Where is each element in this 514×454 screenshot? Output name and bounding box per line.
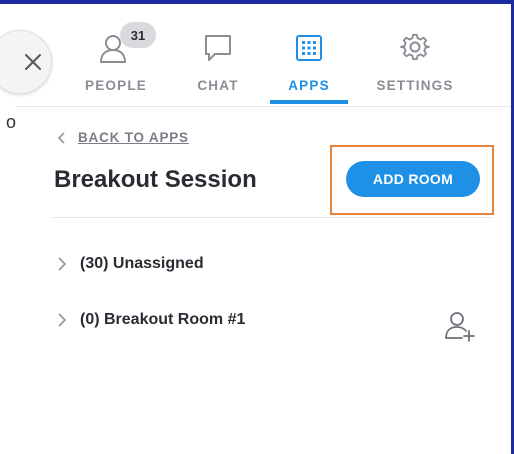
add-person-button[interactable] (444, 310, 476, 342)
close-icon (25, 54, 41, 70)
room-label: (30) Unassigned (80, 255, 204, 272)
tab-bar: 31 PEOPLE CHAT APPS SETTINGS (16, 4, 511, 107)
chevron-right-icon (58, 313, 66, 327)
tab-apps[interactable]: APPS (270, 4, 348, 106)
room-label: (0) Breakout Room #1 (80, 311, 246, 328)
background-fragment: o (0, 112, 16, 138)
settings-gear-icon (400, 33, 430, 60)
side-panel: 31 PEOPLE CHAT APPS SETTINGS BACK TO APP… (0, 4, 511, 454)
chat-icon (205, 35, 231, 61)
tab-label-chat: CHAT (197, 78, 239, 93)
chevron-left-icon (58, 131, 65, 144)
active-tab-indicator (270, 100, 348, 104)
add-person-icon (445, 312, 475, 342)
chat-icon-wrap (194, 30, 242, 66)
back-to-apps-link[interactable]: BACK TO APPS (58, 130, 189, 145)
tab-chat[interactable]: CHAT (180, 4, 256, 106)
tab-settings[interactable]: SETTINGS (364, 4, 466, 106)
apps-grid-icon (296, 35, 322, 61)
chevron-right-icon (58, 257, 66, 271)
tab-label-people: PEOPLE (85, 78, 147, 93)
divider (52, 217, 492, 218)
add-room-button[interactable]: ADD ROOM (346, 161, 480, 197)
page-title: Breakout Session (54, 166, 257, 193)
tab-people[interactable]: 31 PEOPLE (76, 4, 156, 106)
room-row-unassigned[interactable]: (30) Unassigned (58, 251, 204, 277)
people-icon-wrap: 31 (92, 22, 156, 66)
apps-icon-wrap (285, 30, 333, 66)
tab-label-settings: SETTINGS (376, 78, 454, 93)
back-link-label: BACK TO APPS (78, 130, 189, 145)
room-row-breakout-1[interactable]: (0) Breakout Room #1 (58, 307, 245, 333)
settings-icon-wrap (391, 30, 439, 66)
people-count-badge: 31 (120, 22, 156, 48)
tab-label-apps: APPS (288, 78, 330, 93)
